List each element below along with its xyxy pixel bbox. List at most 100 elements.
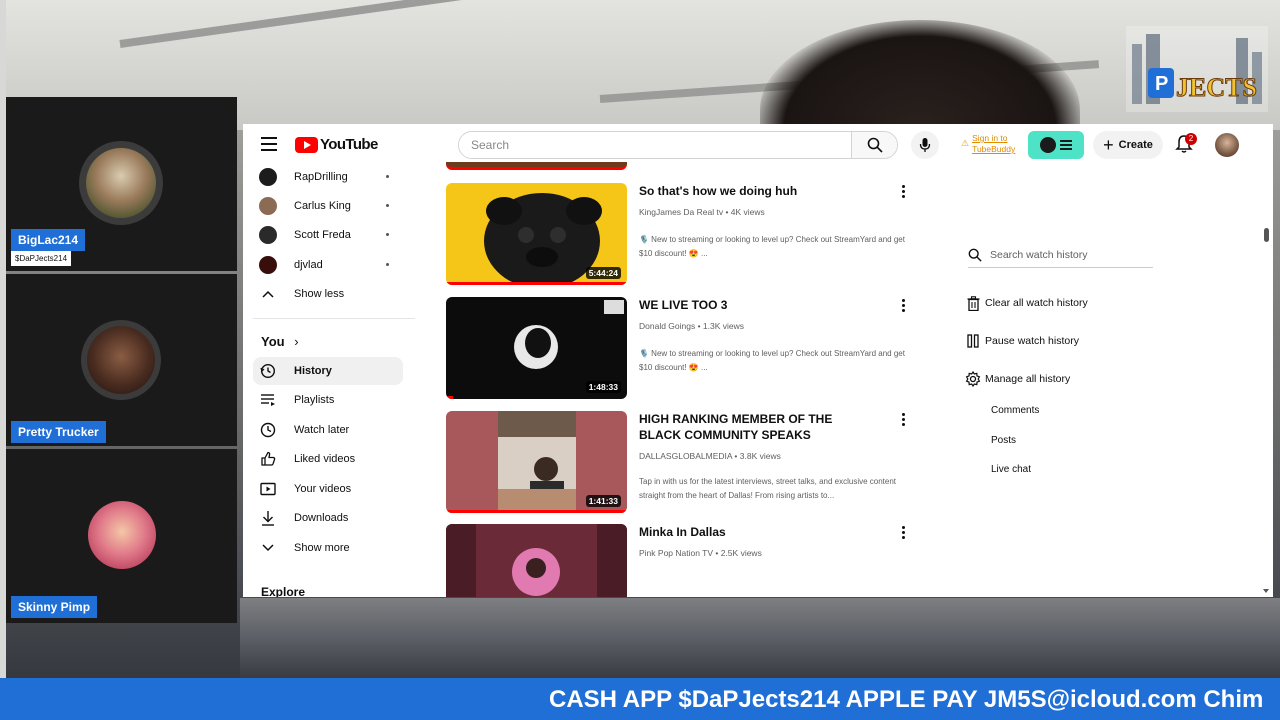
pause-history-label: Pause watch history	[985, 335, 1079, 347]
sidebar-subscription[interactable]: Scott Freda	[253, 221, 403, 249]
youtube-logo[interactable]: YouTube	[295, 136, 378, 153]
search-icon	[968, 248, 982, 262]
video-title[interactable]: Minka In Dallas	[639, 524, 869, 540]
pause-icon	[967, 334, 979, 348]
tubebuddy-menu-icon	[1060, 138, 1072, 152]
manage-history-button[interactable]: Manage all history	[965, 371, 1070, 387]
warning-icon: ⚠	[961, 138, 970, 148]
create-button[interactable]: + Create	[1093, 131, 1163, 159]
webcam-panel: BigLac214 $DaPJects214	[6, 97, 237, 271]
you-label: You	[261, 334, 285, 349]
watch-progress-bar	[446, 396, 454, 399]
history-comments-link[interactable]: Comments	[991, 405, 1039, 416]
youtube-play-icon	[295, 136, 318, 153]
manage-history-label: Manage all history	[985, 373, 1071, 385]
sidebar-show-less[interactable]: Show less	[253, 280, 403, 308]
more-options-icon[interactable]	[896, 183, 910, 199]
thumbs-up-icon	[261, 451, 276, 466]
avatar	[87, 326, 155, 394]
video-meta[interactable]: KingJames Da Real tv • 4K views	[639, 207, 765, 217]
sidebar-item-playlists[interactable]: Playlists	[253, 386, 403, 414]
video-meta[interactable]: DALLASGLOBALMEDIA • 3.8K views	[639, 451, 781, 461]
watch-progress-bar	[446, 282, 627, 285]
search-input[interactable]	[459, 132, 851, 158]
scroll-down-arrow-icon[interactable]	[1263, 589, 1269, 593]
ticker-text: CASH APP $DaPJects214 APPLE PAY JM5S@icl…	[549, 686, 1264, 713]
more-options-icon[interactable]	[896, 411, 910, 427]
avatar	[86, 148, 156, 218]
plus-icon: +	[1103, 135, 1114, 155]
video-meta[interactable]: Donald Goings • 1.3K views	[639, 321, 744, 331]
pause-history-button[interactable]: Pause watch history	[965, 333, 1079, 349]
video-thumbnail[interactable]: 5:44:24	[446, 183, 627, 285]
tubebuddy-button[interactable]	[1028, 131, 1084, 159]
minka-thumbnail-art	[446, 524, 627, 597]
voice-search-button[interactable]	[911, 131, 939, 159]
scrollbar-thumb[interactable]	[1264, 228, 1269, 242]
sidebar-item-downloads[interactable]: Downloads	[253, 504, 403, 532]
video-description: 🎙️ New to streaming or looking to level …	[639, 235, 905, 258]
history-video-item[interactable]: 5:44:24 So that's how we doing huh KingJ…	[446, 183, 926, 285]
video-title[interactable]: WE LIVE TOO 3	[639, 297, 869, 313]
history-video-item[interactable]: Minka In Dallas Pink Pop Nation TV • 2.5…	[446, 524, 926, 597]
tubebuddy-line1: Sign in to	[972, 133, 1008, 143]
sidebar-subscription[interactable]: djvlad	[253, 251, 403, 279]
channel-avatar	[259, 256, 277, 274]
youtube-wordmark: YouTube	[320, 136, 378, 153]
playlists-icon	[261, 394, 275, 406]
new-content-dot	[386, 233, 389, 236]
channel-avatar	[259, 197, 277, 215]
your-videos-label: Your videos	[294, 483, 352, 495]
video-meta[interactable]: Pink Pop Nation TV • 2.5K views	[639, 548, 762, 558]
video-thumbnail[interactable]: 1:48:33	[446, 297, 627, 399]
show-more-label: Show more	[294, 542, 350, 554]
history-label: History	[294, 365, 332, 377]
sidebar-subscription[interactable]: RapDrilling	[253, 163, 403, 191]
your-videos-icon	[260, 482, 276, 496]
tubebuddy-signin-link[interactable]: ⚠ Sign in to TubeBuddy	[961, 133, 1015, 155]
history-video-item[interactable]: 1:41:33 HIGH RANKING MEMBER OF THE BLACK…	[446, 411, 926, 513]
notification-badge: 2	[1185, 133, 1197, 145]
sidebar-item-watch-later[interactable]: Watch later	[253, 416, 403, 444]
video-thumbnail[interactable]	[446, 524, 627, 597]
sidebar-item-liked-videos[interactable]: Liked videos	[253, 445, 403, 473]
history-video-item[interactable]: 1:48:33 WE LIVE TOO 3 Donald Goings • 1.…	[446, 297, 926, 399]
page-scrollbar[interactable]	[1262, 224, 1270, 597]
youtube-window: YouTube ⚠ Sign in to TubeBuddy	[243, 124, 1273, 597]
sidebar-subscription[interactable]: Carlus King	[253, 192, 403, 220]
menu-icon[interactable]	[261, 137, 277, 151]
history-posts-link[interactable]: Posts	[991, 435, 1016, 446]
history-search-box	[968, 242, 1153, 268]
notifications-button[interactable]: 2	[1175, 133, 1197, 156]
partial-video-thumbnail[interactable]	[446, 162, 627, 170]
new-content-dot	[386, 175, 389, 178]
video-thumbnail[interactable]: 1:41:33	[446, 411, 627, 513]
you-section-link[interactable]: You ›	[261, 334, 299, 349]
downloads-label: Downloads	[294, 512, 349, 524]
video-description: 🎙️ New to streaming or looking to level …	[639, 349, 905, 372]
clear-history-button[interactable]: Clear all watch history	[965, 295, 1088, 311]
trash-icon	[967, 295, 979, 311]
video-title[interactable]: So that's how we doing huh	[639, 183, 869, 199]
video-title[interactable]: HIGH RANKING MEMBER OF THE BLACK COMMUNI…	[639, 411, 869, 443]
search-button[interactable]	[851, 132, 897, 158]
tubebuddy-line2: TubeBuddy	[972, 144, 1016, 154]
sidebar-item-history[interactable]: History	[253, 357, 403, 385]
search-box	[458, 131, 898, 159]
chevron-up-icon	[262, 290, 274, 298]
more-options-icon[interactable]	[896, 297, 910, 313]
watch-later-label: Watch later	[294, 424, 350, 436]
gear-icon	[965, 371, 981, 387]
history-search-input[interactable]	[990, 248, 1140, 261]
history-live-chat-link[interactable]: Live chat	[991, 464, 1031, 475]
chevron-right-icon: ›	[294, 334, 299, 349]
webcam-panel: Pretty Trucker	[6, 274, 237, 446]
subscription-label: Carlus King	[294, 200, 351, 212]
watch-later-icon	[260, 422, 276, 438]
video-duration: 5:44:24	[585, 267, 621, 279]
account-avatar[interactable]	[1215, 133, 1239, 157]
sidebar-item-show-more[interactable]: Show more	[253, 534, 403, 562]
sidebar-item-your-videos[interactable]: Your videos	[253, 475, 403, 503]
more-options-icon[interactable]	[896, 524, 910, 540]
cam-name-tag: Pretty Trucker	[11, 421, 106, 443]
